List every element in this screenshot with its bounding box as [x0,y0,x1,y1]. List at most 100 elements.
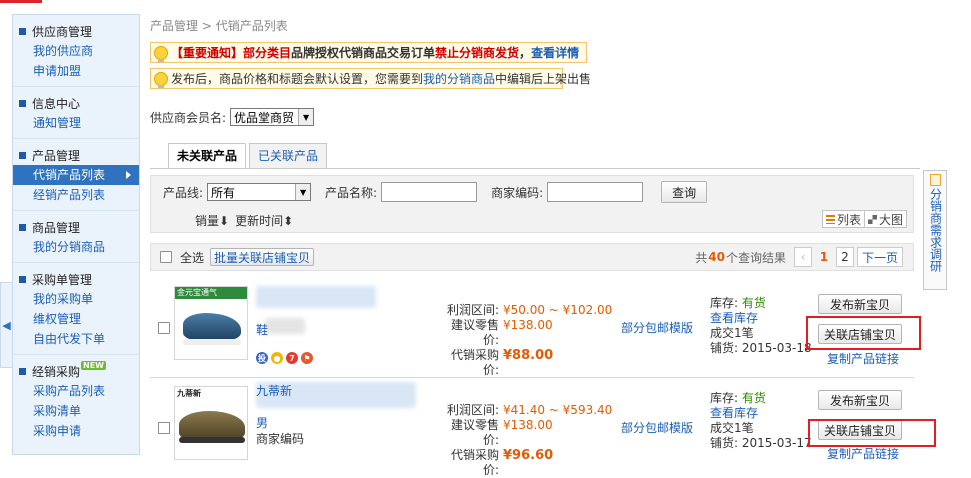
product-thumbnail[interactable]: 金元宝通气 [174,286,248,360]
important-notice: 【重要通知】部分类目 品牌授权代销商品交易订单 禁止分销商发货 ， 查看详情 [150,42,587,63]
sidebar-section-title[interactable]: 采购单管理 [13,269,139,289]
product-name[interactable]: 九蒂新 [256,382,292,399]
sidebar-item-rights-management[interactable]: 维权管理 [13,309,139,329]
sort-by-sales[interactable]: 销量⬇ [195,212,229,229]
sort-by-update-time[interactable]: 更新时间⬍ [235,212,293,229]
square-bullet-icon [19,27,26,35]
profit-range-label: 利润区间: [446,403,499,417]
sidebar-section-info: 信息中心 通知管理 [13,87,139,139]
filter-panel: 产品线: 所有 ▼ 产品名称: 商家编码: 查询 销量⬇ 更新时间⬍ 列表 大图 [150,175,914,233]
copy-product-link[interactable]: 复制产品链接 [827,350,899,367]
copy-product-link[interactable]: 复制产品链接 [827,445,899,462]
sidebar-collapse-toggle[interactable]: ◀ [0,282,12,368]
sidebar-item-purchase-product-list[interactable]: 采购产品列表 [13,381,139,401]
publish-new-item-button[interactable]: 发布新宝贝 [818,294,902,314]
view-stock-link[interactable]: 查看库存 [710,311,758,325]
sidebar-item-my-purchase-orders[interactable]: 我的采购单 [13,289,139,309]
stock-status: 有货 [741,391,766,405]
tab-unlinked-products[interactable]: 未关联产品 [168,143,247,169]
profit-range-value: ¥50.00 ~ ¥102.00 [503,303,613,317]
top-accent-line [0,0,42,3]
view-stock-link[interactable]: 查看库存 [710,406,758,420]
page-1[interactable]: 1 [815,247,833,267]
listed-label: 铺货: [710,436,739,450]
sidebar-item-distribution-products[interactable]: 经销产品列表 [13,185,139,205]
purchase-price-value: ¥88.00 [503,348,554,363]
publish-new-item-button[interactable]: 发布新宝贝 [818,390,902,410]
product-line-label: 产品线: [163,185,204,200]
page-2[interactable]: 2 [835,247,854,267]
grid-icon [867,214,877,224]
highlight-box [808,419,936,447]
shoe-image [183,313,241,341]
sidebar-section-title[interactable]: 经销采购 NEW [13,360,139,381]
select-all-label: 全选 [180,250,205,265]
next-page-button[interactable]: 下一页 [856,247,903,267]
price-block: 利润区间: ¥41.40 ~ ¥593.40 建议零售价: ¥138.00 代销采购… [435,403,612,478]
shipping-template-link[interactable]: 部分包邮模版 [621,319,693,336]
deal-count: 成交1笔 [710,326,754,340]
supplier-member-select[interactable]: 优品堂商贸 ▼ [230,108,315,126]
my-distribution-goods-link[interactable]: 我的分销商品 [423,70,495,87]
sidebar-item-my-distribution-goods[interactable]: 我的分销商品 [13,237,139,257]
filter-row: 产品线: 所有 ▼ 产品名称: 商家编码: 查询 [163,181,708,203]
hint-text-end: 中编辑后上架出售 [495,72,592,86]
main-content: 产品管理 > 代销产品列表 【重要通知】部分类目 品牌授权代销商品交易订单 禁止… [150,0,936,477]
sidebar-section-products: 产品管理 代销产品列表 经销产品列表 [13,139,139,211]
sidebar-item-my-suppliers[interactable]: 我的供应商 [13,41,139,61]
purchase-price-label: 代销采购价: [450,348,499,377]
search-button[interactable]: 查询 [661,181,708,203]
product-name-input[interactable] [381,182,478,202]
breadcrumb-root[interactable]: 产品管理 [150,19,198,33]
dropdown-arrow-icon: ▼ [295,184,311,200]
product-row: 九蒂新 九蒂新 男 商家编码 利润区间: ¥41.40 ~ ¥593.40 建议零… [150,378,936,478]
purchase-price-value: ¥96.60 [503,448,554,463]
sidebar-section-title[interactable]: 商品管理 [13,217,139,237]
profit-range-label: 利润区间: [446,303,499,317]
product-name[interactable]: 鞋 [256,321,268,338]
product-checkbox[interactable] [158,322,170,334]
product-line-select[interactable]: 所有 ▼ [207,183,312,201]
product-checkbox[interactable] [158,422,170,434]
price-block: 利润区间: ¥50.00 ~ ¥102.00 建议零售价: ¥138.00 代销采购… [435,303,612,378]
sidebar-item-notifications[interactable]: 通知管理 [13,113,139,133]
sidebar-item-apply-join[interactable]: 申请加盟 [13,61,139,81]
bulk-action-bar: 全选 批量关联店铺宝贝 共 40 个查询结果 ‹ 1 2 下一页 [150,243,914,271]
notice-details-link[interactable]: 查看详情 [531,44,579,61]
stock-label: 库存: [710,296,739,310]
bulk-link-button[interactable]: 批量关联店铺宝贝 [210,248,315,266]
product-thumbnail[interactable]: 九蒂新 [174,386,248,460]
profit-range-value: ¥41.40 ~ ¥593.40 [503,403,613,417]
sidebar-item-purchase-list[interactable]: 采购清单 [13,401,139,421]
sidebar-item-purchase-request[interactable]: 采购申请 [13,421,139,441]
highlight-box [806,316,921,350]
sidebar-section-title[interactable]: 供应商管理 [13,21,139,41]
sidebar-item-consignment-products[interactable]: 代销产品列表 [13,165,139,185]
result-count-prefix: 共 [695,250,708,265]
sidebar-section-title[interactable]: 产品管理 [13,145,139,165]
sidebar-section-distribution-purchase: 经销采购 NEW 采购产品列表 采购清单 采购申请 [13,355,139,446]
retail-price-value: ¥138.00 [503,318,553,332]
retail-price-label: 建议零售价: [450,318,499,347]
sidebar-section-title[interactable]: 信息中心 [13,93,139,113]
breadcrumb-separator: > [201,19,212,33]
service-icons: 投 ● 7 ⚑ [256,352,316,364]
pagination: 共 40 个查询结果 ‹ 1 2 下一页 [695,247,903,267]
list-view-button[interactable]: 列表 [821,210,865,228]
sidebar-item-free-dropship-order[interactable]: 自由代发下单 [13,329,139,349]
guarantee-icon: 投 [256,352,268,364]
grid-view-button[interactable]: 大图 [864,210,907,228]
chevron-left-icon: ◀ [2,318,11,332]
document-icon [929,174,941,186]
select-all-checkbox[interactable] [160,251,172,263]
tab-linked-products[interactable]: 已关联产品 [249,143,328,168]
merchant-code-input[interactable] [547,182,644,202]
product-name-line2[interactable]: 男 [256,414,268,431]
shipping-template-link[interactable]: 部分包邮模版 [621,419,693,436]
prev-page-button[interactable]: ‹ [793,247,812,267]
lightbulb-icon [154,71,168,88]
publish-hint: 发布后，商品价格和标题会默认设置，您需要到 我的分销商品 中编辑后上架出售 [150,68,591,89]
purchase-price-label: 代销采购价: [450,448,499,477]
survey-side-tab-label: 分销商需求调研 [928,188,943,272]
survey-side-tab[interactable]: 分销商需求调研 [923,170,947,290]
